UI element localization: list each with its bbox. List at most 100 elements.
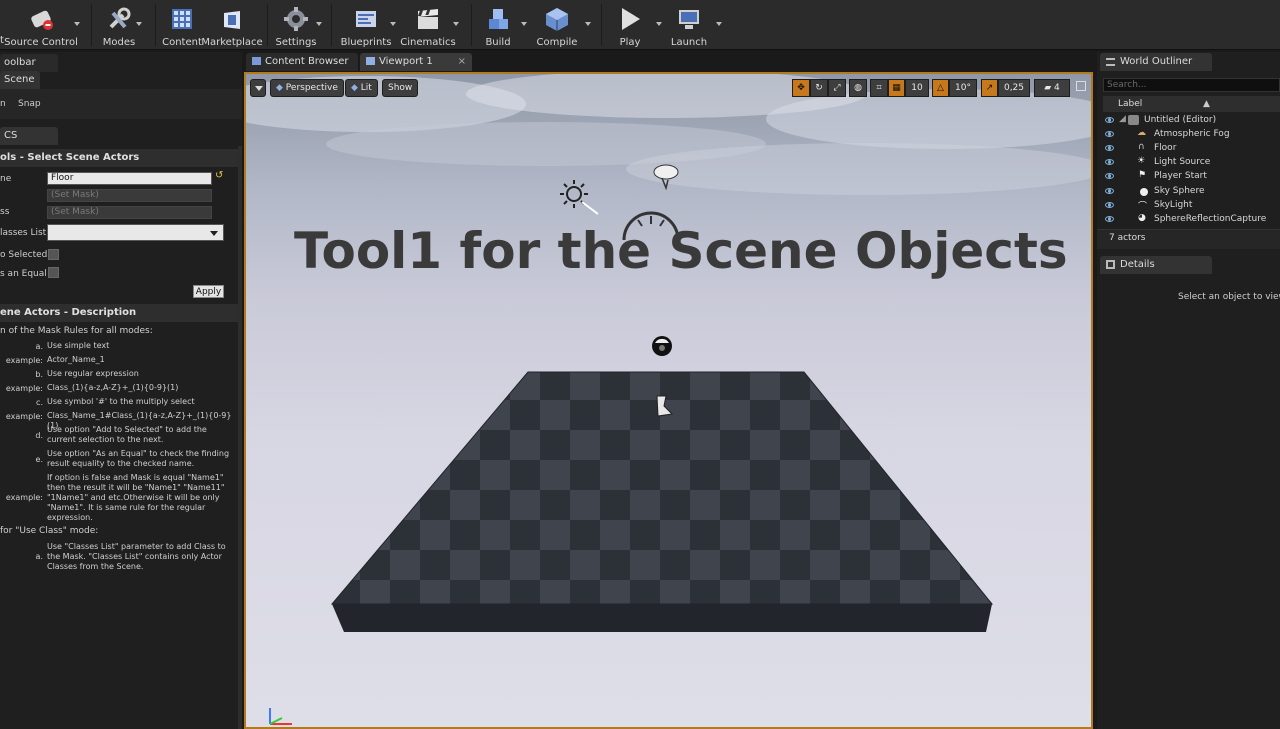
outliner-row[interactable]: ☁ Atmospheric Fog [1097,128,1280,142]
visibility-icon[interactable] [1105,216,1114,222]
tools-section-header[interactable]: ols - Select Scene Actors [0,149,238,167]
maximize-icon[interactable] [1076,81,1086,91]
chevron-down-icon[interactable] [74,22,80,26]
chevron-down-icon[interactable] [136,22,142,26]
scale-snap-value[interactable]: 0,25 [998,79,1030,97]
content-button[interactable]: Content [162,0,202,50]
tab-scene[interactable]: Scene [0,71,40,89]
show-button[interactable]: Show [382,79,419,97]
visibility-icon[interactable] [1105,202,1114,208]
menu-snap[interactable]: Snap [18,99,41,109]
chevron-down-icon [255,86,263,91]
cinematics-icon [413,4,443,34]
tab-details[interactable]: Details [1100,256,1212,274]
build-button[interactable]: Build [480,0,516,50]
surface-snap-icon[interactable]: ⌗ [870,79,888,97]
chevron-down-icon[interactable] [453,22,459,26]
chevron-down-icon[interactable] [585,22,591,26]
directional-light-icon[interactable] [558,178,610,218]
grid-snap-value[interactable]: 10 [905,79,929,97]
outliner-row[interactable]: ◕ SphereReflectionCapture [1097,213,1280,227]
visibility-icon[interactable] [1105,117,1114,123]
expand-icon[interactable]: ◢ [1119,114,1126,124]
level-viewport[interactable]: ◆ Perspective ◆ Lit Show ✥ ↻ ⤢ ◍ ⌗ ▦ 10 … [244,72,1093,729]
toolbar-separator [267,4,268,46]
classes-list-dropdown[interactable] [47,224,224,241]
atmospheric-fog-icon[interactable] [648,160,684,190]
visibility-icon[interactable] [1105,145,1114,151]
description-section-header[interactable]: ene Actors - Description [0,304,238,322]
apply-button[interactable]: Apply [193,285,224,298]
outliner-row[interactable]: ⚑ Player Start [1097,170,1280,184]
outliner-row[interactable]: ⌒ SkyLight [1097,199,1280,213]
player-start-icon[interactable] [652,392,676,420]
class-mask-field[interactable]: (Set Mask) [47,206,212,219]
desc-key: d. [35,431,43,440]
scale-snap-icon[interactable]: ↗ [981,79,998,97]
outliner-column-header[interactable]: Label ▲ [1103,96,1280,112]
outliner-row[interactable]: ☀ Light Source [1097,156,1280,170]
scrollbar[interactable] [238,146,242,729]
tab-label: World Outliner [1120,56,1193,67]
settings-label: Settings [275,37,317,48]
rotation-snap-icon[interactable]: △ [932,79,949,97]
tab-toolbar[interactable]: oolbar [0,54,58,72]
world-icon[interactable]: ◍ [849,79,867,97]
viewport-options-button[interactable] [250,79,266,97]
tab-world-outliner[interactable]: World Outliner [1100,53,1212,71]
lit-button[interactable]: ◆ Lit [345,79,378,97]
reflection-capture-icon[interactable] [650,334,674,358]
modes-button[interactable]: Modes [99,0,139,50]
outliner-row[interactable]: ∩ Floor [1097,142,1280,156]
name-field[interactable]: Floor [47,172,212,185]
outliner-row[interactable]: ◢ Untitled (Editor) [1097,114,1280,128]
chevron-down-icon[interactable] [390,22,396,26]
blueprints-icon [351,4,381,34]
chevron-down-icon[interactable] [521,22,527,26]
tab-content-browser[interactable]: Content Browser [246,53,358,71]
visibility-icon[interactable] [1105,131,1114,137]
right-panel: World Outliner Search... Label ▲ ◢ Untit… [1097,52,1280,729]
camera-speed-icon: ▰ [1044,83,1055,93]
chevron-down-icon[interactable] [716,22,722,26]
close-icon[interactable]: × [458,53,466,71]
rotate-icon[interactable]: ↻ [810,79,828,97]
translate-icon[interactable]: ✥ [792,79,810,97]
visibility-icon[interactable] [1105,188,1114,194]
desc-text: Use "Classes List" parameter to add Clas… [47,542,226,571]
tab-viewport-1[interactable]: Viewport 1 × [360,53,472,71]
visibility-icon[interactable] [1105,173,1114,179]
launch-button[interactable]: Launch [668,0,710,50]
settings-button[interactable]: Settings [275,0,317,50]
chevron-down-icon[interactable] [656,22,662,26]
scale-icon[interactable]: ⤢ [828,79,846,97]
menu-partial[interactable]: n [0,99,6,109]
column-label: Label [1118,99,1143,109]
blueprints-button[interactable]: Blueprints [341,0,391,50]
toolbar-separator [601,4,602,46]
mode-menu-bar: n Snap [0,89,242,119]
reset-icon[interactable]: ↺ [215,170,223,181]
outliner-row[interactable]: Sky Sphere [1097,185,1280,199]
camera-speed-button[interactable]: ▰ 4 [1034,79,1070,97]
perspective-button[interactable]: ◆ Perspective [270,79,344,97]
compile-button[interactable]: Compile [537,0,577,50]
rotation-snap-value[interactable]: 10° [949,79,977,97]
source-control-button[interactable]: Source Control [4,0,78,50]
tab-cs[interactable]: CS [0,127,58,145]
mask-field[interactable]: (Set Mask) [47,189,212,202]
use-class-title: for "Use Class" mode: [0,526,99,536]
add-selected-checkbox[interactable] [48,249,59,260]
marketplace-icon [217,4,247,34]
chevron-down-icon[interactable] [316,22,322,26]
as-equal-checkbox[interactable] [48,267,59,278]
outliner-search-input[interactable]: Search... [1103,78,1280,92]
visibility-icon[interactable] [1105,159,1114,165]
camera-speed-value: 4 [1054,83,1060,93]
grid-snap-icon[interactable]: ▦ [888,79,905,97]
main-toolbar: t Source Control Modes Content Marketpla… [0,0,1280,50]
cinematics-button[interactable]: Cinematics [400,0,456,50]
viewport-tab-bar: Content Browser Viewport 1 × [244,52,1098,72]
marketplace-button[interactable]: Marketplace [201,0,263,50]
play-button[interactable]: Play [612,0,648,50]
